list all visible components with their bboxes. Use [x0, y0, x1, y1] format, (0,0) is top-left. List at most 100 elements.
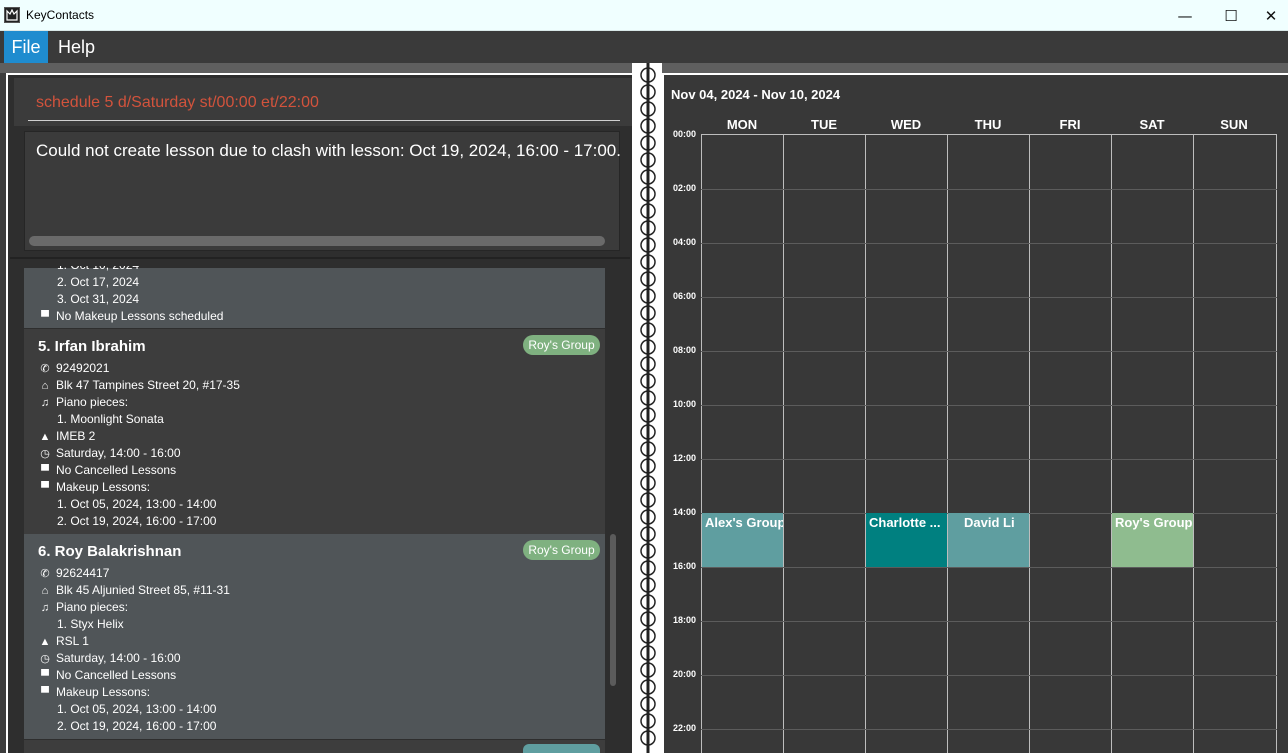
- calendar-row-divider: [701, 351, 1277, 352]
- time-label: 22:00: [673, 723, 697, 733]
- calendar-icon: ▀: [41, 465, 49, 477]
- makeup-lesson: 2. Oct 19, 2024, 16:00 - 17:00: [57, 514, 217, 528]
- calendar-row-divider: [701, 459, 1277, 460]
- makeup-lesson: 1. Oct 05, 2024, 13:00 - 14:00: [57, 497, 217, 511]
- calendar-icon: ▀: [41, 482, 49, 494]
- calendar-column-divider: [1111, 134, 1112, 753]
- makeup-lesson: 1. Oct 05, 2024, 13:00 - 14:00: [57, 702, 217, 716]
- calendar-date-range: Nov 04, 2024 - Nov 10, 2024: [671, 87, 841, 102]
- group-tag: [523, 744, 600, 753]
- student-grade: ▲ IMEB 2: [39, 429, 96, 443]
- time-label: 18:00: [673, 615, 697, 625]
- day-header-thu: THU: [974, 117, 1002, 132]
- day-header-sat: SAT: [1139, 117, 1165, 132]
- phone-icon: ✆: [40, 568, 50, 580]
- student-card[interactable]: [24, 740, 605, 753]
- piano-pieces-label: ♫ Piano pieces:: [38, 600, 128, 614]
- calendar-column-divider: [783, 134, 784, 753]
- makeup-lessons-label: ▀ Makeup Lessons:: [38, 480, 150, 494]
- graduation-cap-icon: ▲: [39, 636, 51, 648]
- list-scrollbar[interactable]: [610, 534, 616, 686]
- piano-piece: 1. Moonlight Sonata: [57, 412, 164, 426]
- time-label: 20:00: [673, 669, 697, 679]
- makeup-lessons-label: ▀ Makeup Lessons:: [38, 685, 150, 699]
- calendar-row-divider: [701, 405, 1277, 406]
- piano-pieces-label: ♫ Piano pieces:: [38, 395, 128, 409]
- spiral-binding: [632, 63, 662, 753]
- time-label: 12:00: [673, 453, 697, 463]
- makeup-status: ▀ No Makeup Lessons scheduled: [38, 309, 223, 323]
- command-input[interactable]: schedule 5 d/Saturday st/00:00 et/22:00: [36, 94, 319, 112]
- calendar-column-divider: [1029, 134, 1030, 753]
- student-address: ⌂ Blk 45 Aljunied Street 85, #11-31: [38, 583, 230, 597]
- clock-icon: ◷: [40, 653, 50, 665]
- close-button[interactable]: ✕: [1254, 0, 1288, 31]
- graduation-cap-icon: ▲: [39, 431, 51, 443]
- time-label: 08:00: [673, 345, 697, 355]
- calendar-event[interactable]: David Li: [948, 513, 1029, 567]
- time-label: 06:00: [673, 291, 697, 301]
- time-label: 16:00: [673, 561, 697, 571]
- home-icon: ⌂: [41, 585, 49, 597]
- student-name: 6. Roy Balakrishnan: [38, 543, 182, 560]
- calendar-icon: ▀: [41, 311, 49, 323]
- time-label: 14:00: [673, 507, 697, 517]
- calendar-row-divider: [701, 567, 1277, 568]
- day-header-fri: FRI: [1059, 117, 1081, 132]
- time-label: 00:00: [673, 129, 697, 139]
- makeup-lesson: 2. Oct 19, 2024, 16:00 - 17:00: [57, 719, 217, 733]
- lesson-time: ◷ Saturday, 14:00 - 16:00: [38, 651, 180, 665]
- result-horizontal-scrollbar[interactable]: [29, 236, 605, 246]
- calendar-event[interactable]: Charlotte ...: [866, 513, 947, 567]
- calendar-grid: [701, 134, 1277, 753]
- cancelled-lessons: ▀ No Cancelled Lessons: [38, 463, 176, 477]
- calendar-row-divider: [701, 189, 1277, 190]
- menu-help[interactable]: Help: [48, 31, 105, 63]
- calendar-column-divider: [947, 134, 948, 753]
- time-label: 10:00: [673, 399, 697, 409]
- group-tag: Roy's Group: [523, 540, 600, 560]
- lesson-time: ◷ Saturday, 14:00 - 16:00: [38, 446, 180, 460]
- window-title: KeyContacts: [26, 8, 95, 22]
- day-header-tue: TUE: [811, 117, 837, 132]
- group-tag: Roy's Group: [523, 335, 600, 355]
- calendar-row-divider: [701, 675, 1277, 676]
- calendar-icon: ▀: [41, 687, 49, 699]
- day-header-wed: WED: [890, 117, 922, 132]
- minimize-button[interactable]: —: [1162, 0, 1208, 31]
- student-phone: ✆ 92492021: [38, 361, 109, 375]
- makeup-date: 3. Oct 31, 2024: [57, 292, 140, 306]
- calendar-icon: ▀: [41, 670, 49, 682]
- menu-file[interactable]: File: [4, 31, 48, 63]
- home-icon: ⌂: [41, 380, 49, 392]
- spiral-rings: [640, 63, 656, 753]
- student-address: ⌂ Blk 47 Tampines Street 20, #17-35: [38, 378, 240, 392]
- day-header-mon: MON: [726, 117, 758, 132]
- calendar-row-divider: [701, 729, 1277, 730]
- calendar-event[interactable]: Alex's Group: [702, 513, 783, 567]
- command-underline: [28, 120, 620, 121]
- menu-bar: File Help: [0, 31, 1288, 63]
- title-bar: KeyContacts — ☐ ✕: [0, 0, 1288, 31]
- time-label: 02:00: [673, 183, 697, 193]
- app-logo-icon: [4, 7, 20, 23]
- student-phone: ✆ 92624417: [38, 566, 109, 580]
- student-name: 5. Irfan Ibrahim: [38, 338, 146, 355]
- makeup-date: 2. Oct 17, 2024: [57, 275, 140, 289]
- cancelled-lessons: ▀ No Cancelled Lessons: [38, 668, 176, 682]
- day-header-sun: SUN: [1220, 117, 1248, 132]
- maximize-button[interactable]: ☐: [1208, 0, 1254, 31]
- phone-icon: ✆: [40, 363, 50, 375]
- piano-piece: 1. Styx Helix: [57, 617, 124, 631]
- music-note-icon: ♫: [40, 602, 50, 614]
- calendar-row-divider: [701, 621, 1277, 622]
- calendar-column-divider: [1193, 134, 1194, 753]
- calendar-column-divider: [865, 134, 866, 753]
- clock-icon: ◷: [40, 448, 50, 460]
- calendar-row-divider: [701, 243, 1277, 244]
- calendar-event[interactable]: Roy's Group: [1112, 513, 1193, 567]
- result-message: Could not create lesson due to clash wit…: [36, 141, 621, 160]
- calendar-row-divider: [701, 297, 1277, 298]
- student-grade: ▲ RSL 1: [39, 634, 89, 648]
- time-label: 04:00: [673, 237, 697, 247]
